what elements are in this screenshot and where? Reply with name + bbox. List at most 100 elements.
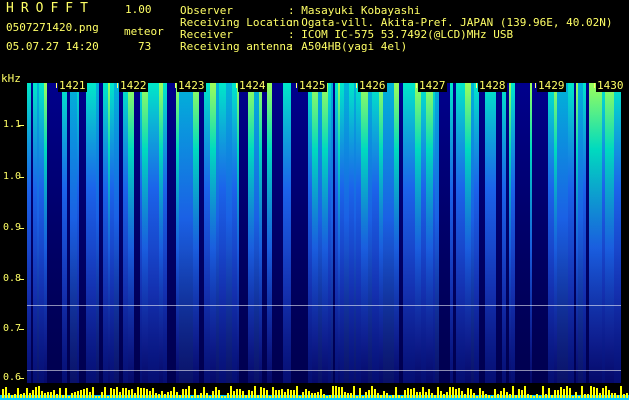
x-tick-mark <box>416 83 417 88</box>
activity-bar <box>341 387 343 398</box>
activity-bar <box>98 396 100 398</box>
activity-bar <box>221 396 223 398</box>
x-tick-mark <box>476 83 477 88</box>
activity-bar <box>614 393 616 398</box>
datetime-label: 05.07.27 14:20 <box>6 40 99 53</box>
activity-bar <box>8 393 10 398</box>
spectrogram-shading <box>27 83 621 383</box>
activity-bar <box>338 387 340 398</box>
activity-bar <box>65 388 67 398</box>
x-tick-mark <box>117 83 118 88</box>
activity-bar <box>206 393 208 398</box>
activity-bar <box>134 393 136 398</box>
activity-bar <box>260 387 262 398</box>
activity-bar <box>137 387 139 398</box>
activity-bar <box>383 391 385 398</box>
activity-bar <box>326 396 328 398</box>
activity-bar <box>161 391 163 398</box>
activity-bar <box>155 393 157 398</box>
activity-bar <box>281 389 283 398</box>
activity-bar <box>41 391 43 398</box>
activity-bar <box>608 390 610 398</box>
activity-bar <box>377 393 379 398</box>
activity-bar <box>110 388 112 398</box>
activity-bar <box>35 387 37 398</box>
activity-bar <box>26 388 28 398</box>
activity-bar <box>143 388 145 398</box>
activity-bar <box>74 392 76 398</box>
frequency-line <box>27 370 621 371</box>
activity-bar <box>5 387 7 398</box>
activity-bar <box>62 395 64 398</box>
activity-bar <box>410 389 412 398</box>
x-tick-label: 1423 <box>177 79 206 92</box>
activity-bar <box>548 388 550 398</box>
activity-bar <box>230 386 232 398</box>
activity-bar <box>503 388 505 398</box>
activity-bar <box>194 389 196 398</box>
activity-bar <box>602 388 604 398</box>
activity-bar <box>323 394 325 398</box>
meteor-label: meteor <box>124 25 164 38</box>
x-tick-label: 1425 <box>298 79 327 92</box>
activity-bar <box>284 392 286 398</box>
activity-bar <box>269 396 271 398</box>
activity-bar <box>482 391 484 398</box>
activity-bar <box>362 396 364 398</box>
y-tick-mark <box>19 228 24 229</box>
activity-bar <box>11 395 13 398</box>
activity-bar <box>401 396 403 398</box>
activity-bar <box>320 389 322 398</box>
activity-bar <box>407 388 409 398</box>
activity-bar <box>413 388 415 398</box>
activity-bar <box>68 396 70 398</box>
activity-bar <box>203 387 205 398</box>
activity-bar <box>467 388 469 398</box>
x-tick-mark <box>236 83 237 88</box>
activity-bar <box>572 396 574 398</box>
activity-bar <box>80 390 82 398</box>
activity-bar <box>611 393 613 398</box>
activity-bar <box>191 396 193 398</box>
activity-bar <box>290 390 292 398</box>
activity-bar <box>113 389 115 398</box>
activity-bar <box>368 390 370 398</box>
activity-bar <box>431 393 433 398</box>
y-tick-mark <box>19 378 24 379</box>
activity-bar <box>404 390 406 398</box>
activity-bar <box>593 387 595 398</box>
activity-bar <box>485 394 487 398</box>
activity-bar <box>167 392 169 398</box>
activity-bar <box>527 394 529 398</box>
activity-bar <box>224 396 226 398</box>
x-tick-label: 1430 <box>596 79 625 92</box>
activity-bar <box>47 392 49 398</box>
activity-bar <box>515 395 517 398</box>
activity-bar <box>212 391 214 398</box>
activity-bar <box>299 396 301 398</box>
activity-bar <box>491 396 493 398</box>
activity-bar <box>14 394 16 398</box>
activity-bar <box>119 392 121 398</box>
activity-bar <box>386 393 388 398</box>
activity-bar <box>17 388 19 398</box>
activity-bar <box>248 390 250 398</box>
activity-bar <box>509 394 511 398</box>
activity-bar <box>488 395 490 398</box>
activity-bar <box>497 394 499 398</box>
activity-bar <box>254 386 256 398</box>
activity-bar <box>302 392 304 398</box>
activity-bar <box>179 395 181 398</box>
activity-bar <box>578 396 580 398</box>
x-tick-label: 1428 <box>478 79 507 92</box>
activity-bar <box>374 389 376 398</box>
spectrogram <box>27 83 621 383</box>
activity-bar <box>242 391 244 398</box>
activity-bar <box>464 394 466 398</box>
activity-bar <box>23 393 25 398</box>
activity-bar <box>605 386 607 398</box>
activity-bar <box>83 389 85 398</box>
activity-bar <box>551 395 553 398</box>
activity-bar <box>218 390 220 398</box>
info-label: Receiving antenna <box>180 40 293 53</box>
